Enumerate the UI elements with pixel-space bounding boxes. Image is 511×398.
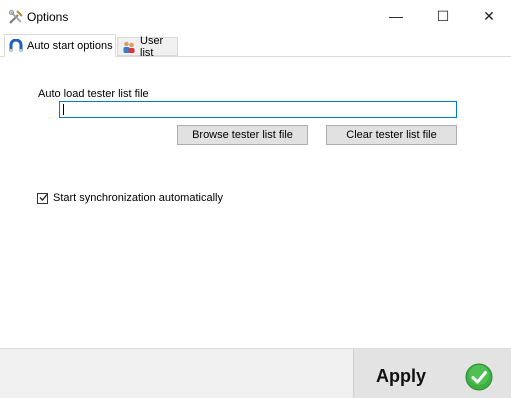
tester-list-file-input[interactable]: [59, 101, 457, 118]
tab-strip: Auto start options User list: [0, 34, 511, 59]
browse-tester-list-button[interactable]: Browse tester list file: [177, 125, 308, 145]
tab-user-list[interactable]: User list: [117, 34, 178, 59]
text-caret: [63, 104, 64, 115]
users-icon: [122, 40, 136, 54]
close-button[interactable]: ✕: [466, 0, 511, 32]
start-sync-checkbox-row[interactable]: Start synchronization automatically: [37, 192, 223, 204]
checkmark-icon: [39, 193, 48, 201]
maximize-icon: ☐: [436, 7, 450, 24]
maximize-button[interactable]: ☐: [420, 0, 466, 32]
tools-icon: [8, 9, 24, 25]
minimize-icon: —: [389, 8, 403, 24]
minimize-button[interactable]: —: [373, 0, 419, 32]
tab-label: User list: [140, 34, 164, 59]
magnet-icon: [9, 38, 23, 53]
start-sync-label: Start synchronization automatically: [53, 192, 223, 204]
apply-label: Apply: [376, 366, 427, 386]
clear-tester-list-button[interactable]: Clear tester list file: [326, 125, 457, 145]
window-title: Options: [27, 10, 69, 24]
check-circle-icon: [465, 363, 493, 391]
close-icon: ✕: [483, 7, 495, 24]
auto-load-label: Auto load tester list file: [38, 88, 149, 100]
tab-auto-start-options[interactable]: Auto start options: [4, 34, 116, 57]
start-sync-checkbox[interactable]: [37, 192, 48, 204]
title-bar: Options — ☐ ✕: [0, 0, 511, 32]
tab-label: Auto start options: [27, 39, 113, 52]
